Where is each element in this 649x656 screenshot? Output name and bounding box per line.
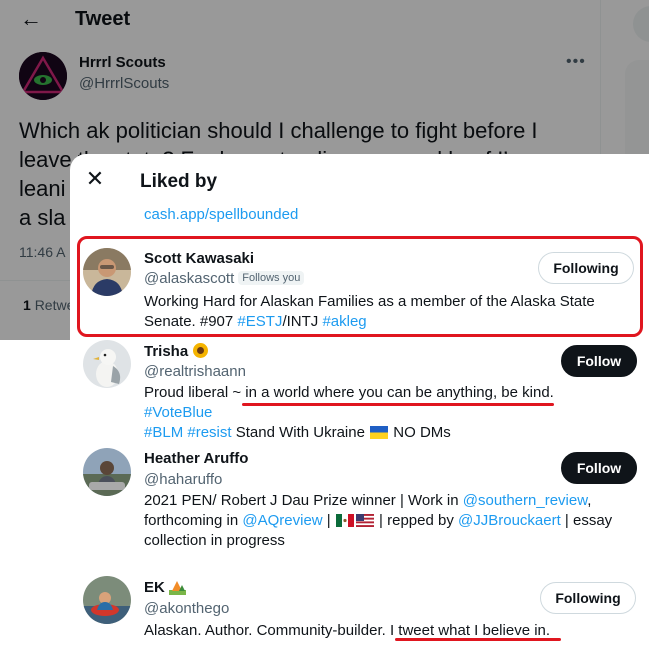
hashtag-link[interactable]: #VoteBlue bbox=[144, 404, 212, 421]
user-name[interactable]: EK bbox=[144, 578, 187, 596]
user-cell[interactable]: Heather Aruffo @haharuffo Follow 2021 PE… bbox=[70, 440, 649, 558]
highlight-underline bbox=[242, 403, 554, 406]
mention-link[interactable]: @AQreview bbox=[242, 512, 322, 529]
user-bio: Proud liberal ~ in a world where you can… bbox=[144, 383, 624, 443]
avatar[interactable] bbox=[83, 340, 131, 388]
avatar[interactable] bbox=[83, 448, 131, 496]
mention-link[interactable]: @southern_review bbox=[463, 492, 587, 509]
highlight-box bbox=[77, 236, 643, 337]
bio-text: NO DMs bbox=[389, 424, 451, 441]
user-handle[interactable]: @haharuffo bbox=[144, 471, 222, 488]
bio-text: Proud liberal ~ in a world where you can… bbox=[144, 384, 554, 401]
bio-text: , bbox=[587, 492, 592, 509]
follow-button[interactable]: Follow bbox=[561, 345, 637, 377]
modal-title: Liked by bbox=[140, 171, 218, 192]
highlight-underline bbox=[395, 638, 561, 641]
usa-flag-icon bbox=[355, 513, 374, 527]
bio-text: Stand With Ukraine bbox=[231, 424, 370, 441]
bio-text: 2021 PEN/ Robert J Dau Prize winner | Wo… bbox=[144, 492, 463, 509]
user-cell[interactable]: EK @akonthego Following Alaskan. Author.… bbox=[70, 558, 649, 656]
user-bio: 2021 PEN/ Robert J Dau Prize winner | Wo… bbox=[144, 491, 624, 551]
bio-text: | bbox=[322, 512, 335, 529]
user-handle[interactable]: @realtrishaann bbox=[144, 363, 246, 380]
following-button[interactable]: Following bbox=[540, 582, 636, 614]
bio-text: Alaskan. Author. Community-builder. I tw… bbox=[144, 622, 551, 639]
follow-button[interactable]: Follow bbox=[561, 452, 637, 484]
bio-text: | essay bbox=[560, 512, 613, 529]
name-text: Trisha bbox=[144, 343, 189, 360]
mention-link[interactable]: @JJBrouckaert bbox=[458, 512, 561, 529]
mexico-flag-icon bbox=[335, 513, 354, 527]
previous-bio-link[interactable]: cash.app/spellbounded bbox=[144, 206, 298, 223]
hashtag-link[interactable]: #resist bbox=[187, 424, 231, 441]
user-cell[interactable]: Trisha @realtrishaann Follow Proud liber… bbox=[70, 335, 649, 443]
bio-text: forthcoming in bbox=[144, 512, 243, 529]
user-name[interactable]: Trisha bbox=[144, 342, 209, 360]
camping-icon bbox=[169, 578, 187, 595]
name-text: EK bbox=[144, 579, 165, 596]
hashtag-link[interactable]: #BLM bbox=[144, 424, 183, 441]
user-handle[interactable]: @akonthego bbox=[144, 600, 229, 617]
ukraine-flag-icon bbox=[370, 425, 389, 439]
sunflower-icon bbox=[192, 342, 209, 359]
avatar[interactable] bbox=[83, 576, 131, 624]
close-icon[interactable]: ✕ bbox=[84, 168, 106, 190]
bio-text: collection in progress bbox=[144, 532, 285, 549]
user-name[interactable]: Heather Aruffo bbox=[144, 450, 248, 467]
bio-text: | repped by bbox=[374, 512, 458, 529]
